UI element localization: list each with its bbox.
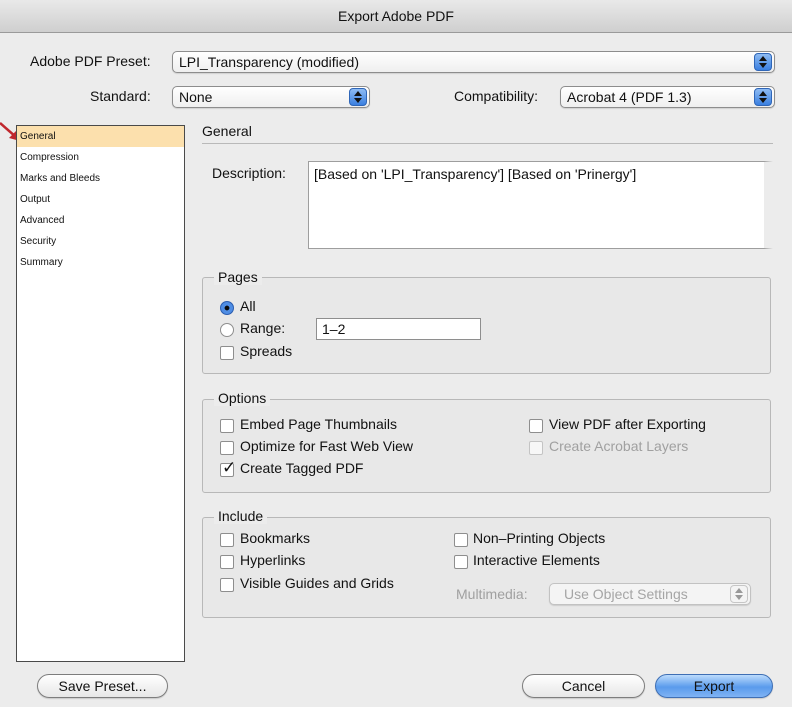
hyperlinks-checkbox[interactable] — [220, 555, 234, 569]
standard-select[interactable]: None — [172, 86, 370, 108]
compatibility-value: Acrobat 4 (PDF 1.3) — [567, 89, 692, 105]
pages-group-title: Pages — [214, 269, 262, 285]
preset-label: Adobe PDF Preset: — [30, 53, 151, 69]
options-group-title: Options — [214, 390, 271, 406]
non-printing-checkbox[interactable] — [454, 533, 468, 547]
pages-group — [202, 277, 771, 374]
multimedia-label: Multimedia: — [456, 586, 528, 602]
embed-thumbnails-checkbox[interactable] — [220, 419, 234, 433]
sidebar-item-output[interactable]: Output — [17, 189, 184, 210]
standard-label: Standard: — [90, 88, 151, 104]
popup-arrows-icon — [349, 88, 367, 106]
sidebar-item-general[interactable]: General — [17, 126, 184, 147]
panel-divider — [202, 143, 773, 144]
acrobat-layers-label: Create Acrobat Layers — [549, 438, 689, 454]
multimedia-select[interactable]: Use Object Settings — [549, 583, 751, 605]
pages-all-radio[interactable] — [220, 301, 234, 315]
description-label: Description: — [212, 165, 286, 181]
pages-range-radio[interactable] — [220, 323, 234, 337]
bookmarks-label: Bookmarks — [240, 530, 311, 546]
cancel-button[interactable]: Cancel — [522, 674, 645, 698]
hyperlinks-label: Hyperlinks — [240, 552, 306, 568]
window-title: Export Adobe PDF — [338, 8, 454, 24]
sidebar-item-marks-and-bleeds[interactable]: Marks and Bleeds — [17, 168, 184, 189]
popup-arrows-icon — [754, 53, 772, 71]
popup-arrows-icon — [730, 585, 748, 603]
spreads-label: Spreads — [240, 343, 293, 359]
embed-thumbnails-label: Embed Page Thumbnails — [240, 416, 397, 432]
view-after-export-checkbox[interactable] — [529, 419, 543, 433]
sidebar-item-security[interactable]: Security — [17, 231, 184, 252]
standard-value: None — [179, 89, 213, 105]
popup-arrows-icon — [754, 88, 772, 106]
spreads-checkbox[interactable] — [220, 346, 234, 360]
sidebar-item-summary[interactable]: Summary — [17, 252, 184, 273]
pages-range-label: Range: — [240, 320, 286, 336]
panel-title: General — [202, 123, 252, 139]
compatibility-label: Compatibility: — [454, 88, 539, 104]
multimedia-value: Use Object Settings — [564, 586, 688, 602]
sidebar-item-advanced[interactable]: Advanced — [17, 210, 184, 231]
guides-grids-checkbox[interactable] — [220, 578, 234, 592]
bookmarks-checkbox[interactable] — [220, 533, 234, 547]
interactive-elements-checkbox[interactable] — [454, 555, 468, 569]
include-group-title: Include — [214, 508, 268, 524]
description-field[interactable]: [Based on 'LPI_Transparency'] [Based on … — [308, 161, 773, 249]
create-tagged-label: Create Tagged PDF — [240, 460, 364, 476]
guides-grids-label: Visible Guides and Grids — [240, 575, 394, 591]
export-dialog: Adobe PDF Preset: LPI_Transparency (modi… — [0, 33, 792, 707]
category-list: General Compression Marks and Bleeds Out… — [16, 125, 185, 662]
view-after-export-label: View PDF after Exporting — [549, 416, 706, 432]
pages-range-input[interactable]: 1–2 — [316, 318, 481, 340]
checkmark-icon: ✓ — [222, 458, 237, 477]
optimize-web-checkbox[interactable] — [220, 441, 234, 455]
non-printing-label: Non–Printing Objects — [473, 530, 606, 546]
preset-value: LPI_Transparency (modified) — [179, 54, 360, 70]
save-preset-button[interactable]: Save Preset... — [37, 674, 168, 698]
sidebar-item-compression[interactable]: Compression — [17, 147, 184, 168]
interactive-elements-label: Interactive Elements — [473, 552, 600, 568]
pages-all-label: All — [240, 298, 256, 314]
window-titlebar: Export Adobe PDF — [0, 0, 792, 33]
preset-select[interactable]: LPI_Transparency (modified) — [172, 51, 775, 73]
compatibility-select[interactable]: Acrobat 4 (PDF 1.3) — [560, 86, 775, 108]
optimize-web-label: Optimize for Fast Web View — [240, 438, 413, 454]
acrobat-layers-checkbox[interactable] — [529, 441, 543, 455]
create-tagged-checkbox[interactable]: ✓ — [220, 459, 236, 477]
export-button[interactable]: Export — [655, 674, 773, 698]
